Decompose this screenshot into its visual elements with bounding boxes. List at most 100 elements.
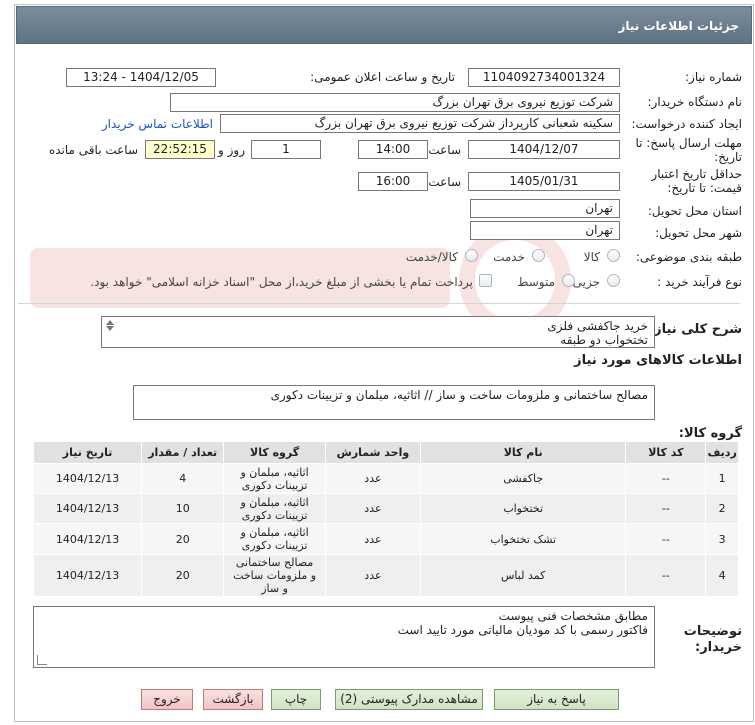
cell-name: جاکفشی [419, 463, 627, 494]
resize-grip-icon[interactable] [37, 655, 47, 665]
category-option-service: خدمت [493, 250, 525, 264]
group-line: تزیینات دکوری [241, 478, 308, 492]
col-name: نام کالا [419, 441, 627, 464]
reply-days-label: روز و [218, 143, 245, 157]
process-type-label: نوع فرآیند خرید : [657, 275, 742, 289]
price-validity-time: 16:00 [358, 172, 428, 191]
process-option-medium: متوسط [517, 275, 555, 289]
textarea-scroll-arrows[interactable] [104, 319, 116, 333]
cell-unit: عدد [324, 554, 421, 597]
col-group: گروه کالا [223, 441, 326, 464]
view-attachments-button[interactable]: مشاهده مدارک پیوستی (2) [335, 689, 483, 710]
need-number-field: 1104092734001324 [468, 68, 620, 87]
price-validity-date: 1405/01/31 [468, 172, 620, 191]
group-line: مصالح ساختمانی [235, 556, 314, 569]
summary-label: شرح کلی نیاز: [648, 322, 742, 337]
exit-button[interactable]: خروج [141, 689, 193, 710]
cell-group: اثاثیه، مبلمان و تزیینات دکوری [223, 463, 326, 494]
city-label: شهر محل تحویل: [655, 226, 742, 240]
goods-group-textarea: مصالح ساختمانی و ملزومات ساخت و ساز // ا… [133, 385, 655, 420]
cell-row: 2 [705, 493, 739, 524]
buyer-notes-label-2: خریدار: [695, 640, 742, 655]
price-validity-label: حداقل تاریخ اعتبار [651, 167, 742, 181]
buyer-org-field: شرکت توزیع نیروی برق تهران بزرگ [170, 93, 620, 112]
requester-label: ایجاد کننده درخواست: [631, 117, 742, 131]
cell-date: 1404/12/13 [32, 493, 143, 524]
price-time-label: ساعت [428, 175, 461, 189]
cell-date: 1404/12/13 [32, 463, 143, 494]
table-row: 4 -- کمد لباس عدد مصالح ساختمانی و ملزوما… [32, 554, 739, 597]
cell-unit: عدد [324, 463, 421, 494]
treasury-payment-checkbox[interactable] [479, 274, 492, 287]
city-field: تهران [470, 221, 620, 240]
summary-line-2: تختخواب دو طبقه [560, 333, 648, 347]
group-line: اثاثیه، مبلمان و [240, 465, 309, 479]
col-unit: واحد شمارش [324, 441, 421, 464]
cell-qty: 4 [141, 463, 225, 494]
price-validity-label-2: قیمت: تا تاریخ: [667, 181, 742, 195]
group-line: تزیینات دکوری [241, 508, 308, 522]
treasury-payment-note: پرداخت تمام یا بخشی از مبلغ خرید،از محل … [90, 275, 473, 289]
group-line: تزیینات دکوری [241, 539, 308, 552]
buyer-notes-label: توضیحات [683, 624, 742, 639]
cell-date: 1404/12/13 [32, 523, 143, 555]
category-option-goods: کالا [583, 250, 600, 264]
cell-name: تشک تختخواب [419, 523, 627, 555]
summary-textarea: خرید جاکفشی فلزی تختخواب دو طبقه [101, 316, 655, 348]
category-radio-goods[interactable] [607, 249, 620, 262]
back-button[interactable]: بازگشت [203, 689, 263, 710]
need-number-label: شماره نیاز: [685, 70, 742, 84]
reply-time-label: ساعت [428, 143, 461, 157]
col-code: کد کالا [625, 441, 707, 464]
table-row: 2 -- تختخواب عدد اثاثیه، مبلمان و تزیینات… [32, 493, 739, 524]
window-title: جزئیات اطلاعات نیاز [16, 6, 752, 44]
reply-button[interactable]: پاسخ به نیاز [494, 689, 619, 710]
cell-name: تختخواب [419, 493, 627, 524]
cell-name: کمد لباس [419, 554, 627, 597]
process-radio-medium[interactable] [562, 274, 575, 287]
cell-qty: 20 [141, 554, 225, 597]
col-row: ردیف [705, 441, 739, 464]
buyer-notes-line-1: مطابق مشخصات فنی پیوست [498, 609, 648, 623]
group-line: اثاثیه، مبلمان و [240, 495, 309, 509]
goods-table: ردیف کد کالا نام کالا واحد شمارش گروه کا… [32, 441, 739, 597]
group-line: اثاثیه، مبلمان و [240, 526, 309, 539]
category-label: طبقه بندی موضوعی: [635, 250, 742, 264]
cell-qty: 10 [141, 493, 225, 524]
col-date: تاریخ نیاز [32, 441, 143, 464]
cell-code: -- [625, 463, 707, 494]
reply-deadline-label-2: تاریخ: [714, 150, 742, 164]
process-radio-minor[interactable] [607, 274, 620, 287]
province-label: استان محل تحویل: [647, 204, 742, 218]
cell-date: 1404/12/13 [32, 554, 143, 597]
remaining-time-field: 22:52:15 [145, 140, 215, 159]
group-line: و ساز [261, 582, 288, 595]
category-radio-service[interactable] [532, 249, 545, 262]
col-qty: تعداد / مقدار [141, 441, 225, 464]
goods-group-label: گروه کالا: [678, 426, 742, 441]
province-field: تهران [470, 199, 620, 218]
reply-deadline-label: مهلت ارسال پاسخ: تا [635, 136, 742, 150]
goods-info-title: اطلاعات کالاهای مورد نیاز [574, 353, 742, 368]
cell-row: 3 [705, 523, 739, 555]
table-row: 3 -- تشک تختخواب عدد اثاثیه، مبلمان و تزی… [32, 523, 739, 555]
cell-row: 1 [705, 463, 739, 494]
summary-line-1: خرید جاکفشی فلزی [547, 319, 648, 333]
cell-unit: عدد [324, 523, 421, 555]
reply-deadline-date: 1404/12/07 [468, 140, 620, 159]
buyer-notes-line-2: فاکتور رسمی با کد مودیان مالیاتی مورد تا… [397, 623, 648, 637]
cell-code: -- [625, 554, 707, 597]
cell-code: -- [625, 523, 707, 555]
print-button[interactable]: چاپ [271, 689, 321, 710]
category-radio-both[interactable] [465, 249, 478, 262]
cell-qty: 20 [141, 523, 225, 555]
remaining-time-label: ساعت باقی مانده [48, 143, 138, 157]
reply-deadline-time: 14:00 [358, 140, 428, 159]
buyer-org-label: نام دستگاه خریدار: [647, 95, 743, 109]
buyer-contact-link[interactable]: اطلاعات تماس خریدار [102, 117, 213, 131]
cell-group: مصالح ساختمانی و ملزومات ساخت و ساز [223, 554, 326, 597]
section-divider [18, 303, 740, 304]
cell-group: اثاثیه، مبلمان و تزیینات دکوری [223, 523, 326, 555]
cell-row: 4 [705, 554, 739, 597]
announce-datetime-label: تاریخ و ساعت اعلان عمومی: [310, 70, 455, 84]
